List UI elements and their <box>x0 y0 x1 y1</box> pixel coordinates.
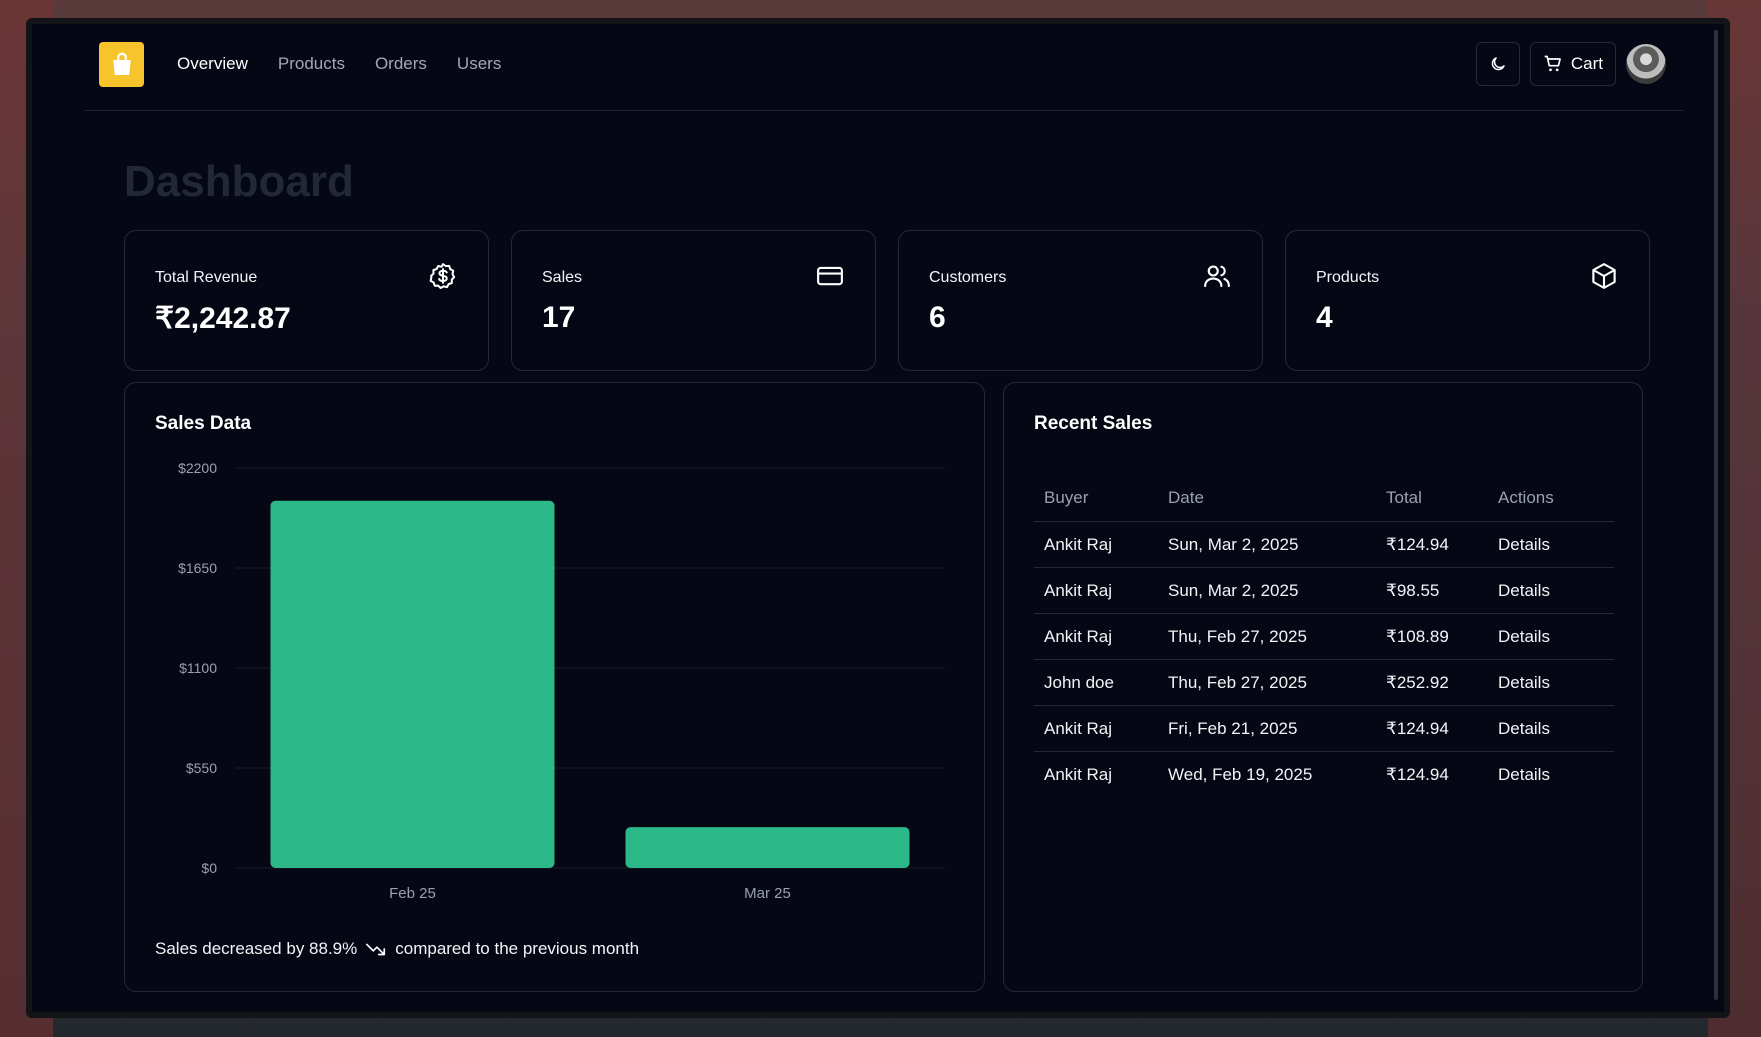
user-avatar[interactable] <box>1626 44 1666 84</box>
y-tick-label: $550 <box>186 760 217 776</box>
stat-label: Customers <box>929 269 1007 286</box>
total-cell: ₹252.92 <box>1376 659 1488 706</box>
column-header-total: Total <box>1386 488 1422 507</box>
stat-value: 6 <box>929 301 946 334</box>
nav-products[interactable]: Products <box>278 54 345 74</box>
nav-users[interactable]: Users <box>457 54 501 74</box>
sales-trend-note: Sales decreased by 88.9% compared to the… <box>155 939 639 959</box>
nav-orders[interactable]: Orders <box>375 54 427 74</box>
shopping-bag-icon[interactable] <box>99 42 144 87</box>
stat-value: ₹2,242.87 <box>155 302 291 335</box>
trend-text-suffix: compared to the previous month <box>395 939 640 958</box>
stat-label: Sales <box>542 269 583 286</box>
date-cell: Thu, Feb 27, 2025 <box>1158 613 1376 660</box>
buyer-cell: Ankit Raj <box>1034 705 1158 752</box>
buyer-cell: Ankit Raj <box>1034 613 1158 660</box>
table-row: Ankit Raj Wed, Feb 19, 2025 ₹124.94 Details <box>1034 751 1614 797</box>
stat-card-customers: Customers 6 <box>898 230 1263 371</box>
trending-down-icon <box>366 943 386 956</box>
box-icon <box>1592 263 1616 289</box>
chart-bar[interactable] <box>270 500 555 868</box>
stat-value: 4 <box>1316 301 1333 334</box>
details-button[interactable]: Details <box>1488 751 1614 797</box>
table-row: Ankit Raj Sun, Mar 2, 2025 ₹98.55 Details <box>1034 567 1614 614</box>
total-cell: ₹98.55 <box>1376 567 1488 614</box>
details-button[interactable]: Details <box>1488 705 1614 752</box>
y-tick-label: $0 <box>201 860 217 876</box>
cart-icon <box>1544 55 1561 72</box>
table-row: Ankit Raj Fri, Feb 21, 2025 ₹124.94 Details <box>1034 705 1614 752</box>
details-button[interactable]: Details <box>1488 659 1614 706</box>
total-cell: ₹124.94 <box>1376 521 1488 568</box>
details-button[interactable]: Details <box>1488 567 1614 614</box>
table-row: Ankit Raj Sun, Mar 2, 2025 ₹124.94 Details <box>1034 521 1614 568</box>
stat-card-revenue: Total Revenue ₹2,242.87 <box>124 230 489 371</box>
total-cell: ₹108.89 <box>1376 613 1488 660</box>
scrollbar[interactable] <box>1714 30 1718 1000</box>
header-actions: Cart <box>1475 42 1666 86</box>
moon-icon <box>1491 57 1505 71</box>
trend-text: Sales decreased by 88.9% <box>155 939 358 958</box>
sales-data-panel: Sales Data $2200 $1650 $1100 $550 $0 Feb 25 Ma… <box>124 382 985 992</box>
table-row: John doe Thu, Feb 27, 2025 ₹252.92 Details <box>1034 659 1614 706</box>
details-button[interactable]: Details <box>1488 613 1614 660</box>
table-header-row: Buyer Date Total Actions <box>1034 475 1614 522</box>
column-header-buyer: Buyer <box>1044 488 1089 507</box>
y-tick-label: $1650 <box>178 560 217 576</box>
browser-window: Overview Products Orders Users Cart Dash… <box>26 18 1730 1018</box>
stat-card-sales: Sales 17 <box>511 230 876 371</box>
date-cell: Wed, Feb 19, 2025 <box>1158 751 1376 797</box>
theme-toggle-button[interactable] <box>1475 42 1520 86</box>
date-cell: Sun, Mar 2, 2025 <box>1158 521 1376 568</box>
stat-value: 17 <box>542 301 576 334</box>
stat-label: Products <box>1316 269 1380 286</box>
total-cell: ₹124.94 <box>1376 705 1488 752</box>
nav-overview[interactable]: Overview <box>177 54 248 74</box>
users-icon <box>1204 265 1230 288</box>
stat-card-products: Products 4 <box>1285 230 1650 371</box>
column-header-actions: Actions <box>1498 488 1554 507</box>
cart-label: Cart <box>1570 54 1603 73</box>
top-navbar: Overview Products Orders Users Cart <box>84 24 1684 111</box>
stat-label: Total Revenue <box>155 269 258 286</box>
date-cell: Fri, Feb 21, 2025 <box>1158 705 1376 752</box>
x-tick-label: Feb 25 <box>389 885 436 902</box>
dollar-circle-icon <box>429 263 456 289</box>
recent-sales-table: Buyer Date Total Actions Ankit Raj Sun, M… <box>1034 475 1614 797</box>
page-title: Dashboard <box>124 157 354 206</box>
table-row: Ankit Raj Thu, Feb 27, 2025 ₹108.89 Details <box>1034 613 1614 660</box>
y-tick-label: $1100 <box>179 660 217 676</box>
date-cell: Sun, Mar 2, 2025 <box>1158 567 1376 614</box>
main-nav: Overview Products Orders Users <box>177 54 501 74</box>
chart-bar[interactable] <box>625 827 910 868</box>
sales-bar-chart: $2200 $1650 $1100 $550 $0 Feb 25 Mar 25 <box>178 460 945 902</box>
details-button[interactable]: Details <box>1488 521 1614 568</box>
total-cell: ₹124.94 <box>1376 751 1488 797</box>
buyer-cell: Ankit Raj <box>1034 751 1158 797</box>
x-tick-label: Mar 25 <box>744 885 791 902</box>
column-header-date: Date <box>1168 488 1204 507</box>
buyer-cell: Ankit Raj <box>1034 567 1158 614</box>
buyer-cell: Ankit Raj <box>1034 521 1158 568</box>
y-tick-label: $2200 <box>178 460 217 476</box>
buyer-cell: John doe <box>1034 659 1158 706</box>
panel-title: Recent Sales <box>1034 413 1153 434</box>
cart-button[interactable]: Cart <box>1529 42 1616 86</box>
date-cell: Thu, Feb 27, 2025 <box>1158 659 1376 706</box>
recent-sales-panel: Recent Sales Buyer Date Total Actions An… <box>1003 382 1643 992</box>
credit-card-icon <box>817 266 843 286</box>
